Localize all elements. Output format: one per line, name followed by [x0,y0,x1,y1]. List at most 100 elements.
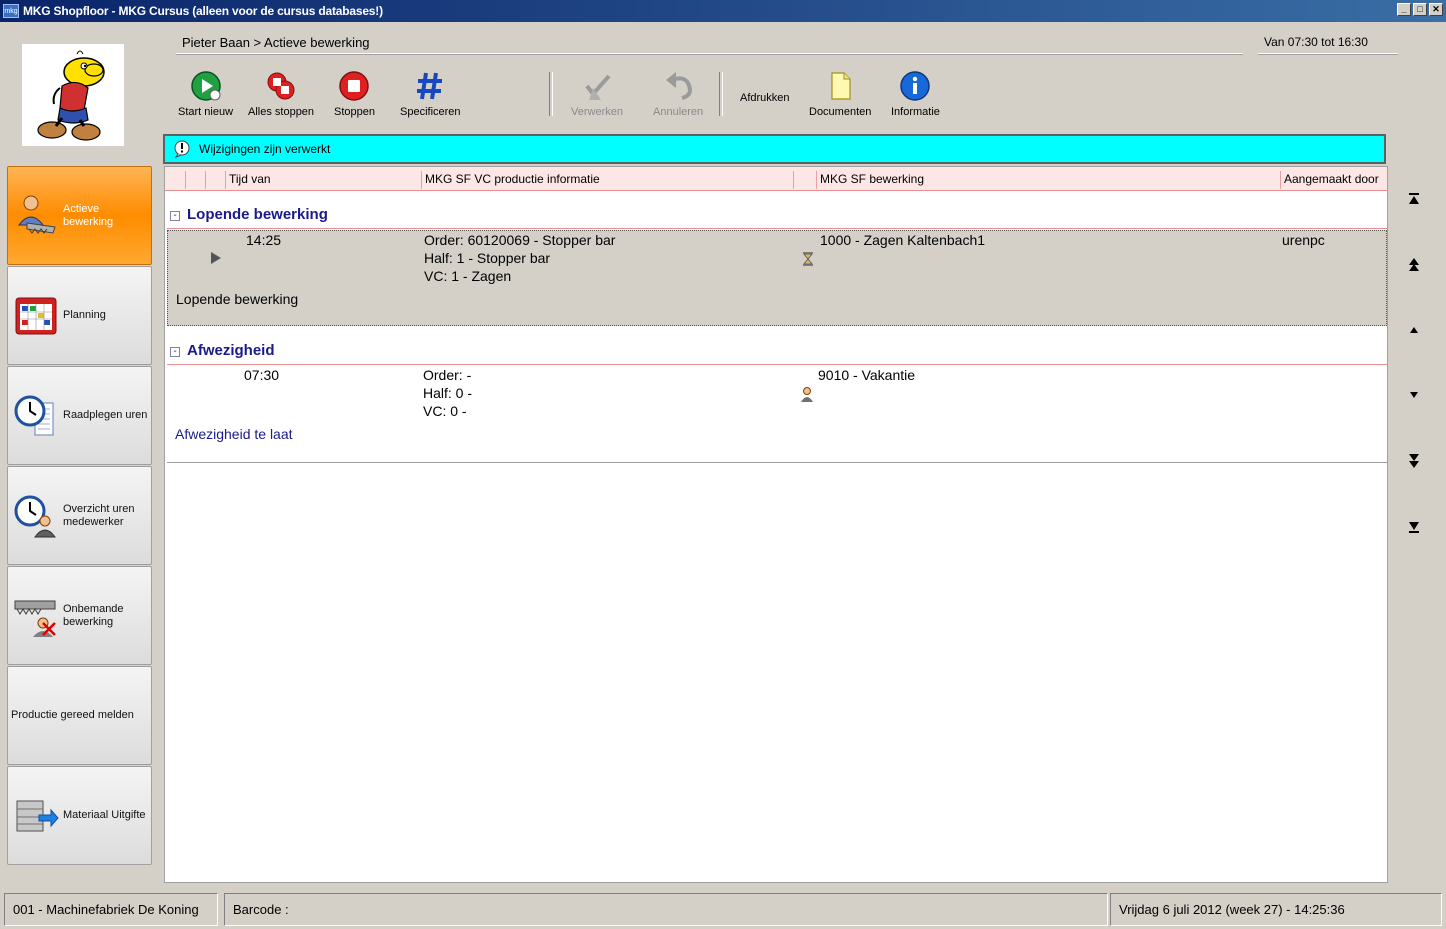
process-icon [581,70,613,102]
nav-planning[interactable]: Planning [7,266,152,365]
notification-bar: Wijzigingen zijn verwerkt [163,134,1386,164]
stop-icon [338,70,370,102]
row-pointer-icon [210,251,222,269]
cell-half: Half: 1 - Stopper bar [424,250,551,266]
scroll-top-button[interactable] [1404,190,1424,208]
hash-icon [414,70,446,102]
title-bar: mkg MKG Shopfloor - MKG Cursus (alleen v… [0,0,1446,22]
cell-operation: 9010 - Vakantie [818,367,916,383]
cancel-button[interactable]: Annuleren [653,70,703,122]
nav-label: Overzicht uren medewerker [63,502,135,528]
column-header-bewerking[interactable]: MKG SF bewerking [816,171,1280,189]
column-header-productie-info[interactable]: MKG SF VC productie informatie [421,171,793,189]
clock-worker-icon [12,492,60,540]
process-button[interactable]: Verwerken [571,70,623,122]
cell-time: 14:25 [246,232,282,248]
toolbar-label: Stoppen [334,106,375,118]
toolbar-separator [549,72,553,116]
toolbar-label: Afdrukken [740,92,790,104]
start-new-button[interactable]: Start nieuw [178,70,233,122]
shift-time: Van 07:30 tot 16:30 [1258,34,1398,54]
toolbar-label: Verwerken [571,106,623,118]
page-down-button[interactable] [1404,452,1424,470]
group-title: Afwezigheid [187,342,275,359]
toolbar-label: Documenten [809,106,872,118]
grid-header: Tijd van MKG SF VC productie informatie … [165,167,1387,191]
column-spacer [205,171,225,189]
status-datetime: Vrijdag 6 juli 2012 (week 27) - 14:25:36 [1110,893,1442,926]
nav-onbemande-bewerking[interactable]: Onbemande bewerking [7,566,152,665]
info-button[interactable]: Informatie [891,70,940,122]
column-spacer [793,171,815,189]
calendar-icon [12,292,60,340]
toolbar-label: Start nieuw [178,106,234,118]
group-collapse-toggle[interactable]: - [170,347,180,357]
cell-created-by: urenpc [1282,232,1325,248]
row-divider [167,462,1387,463]
stop-button[interactable]: Stoppen [334,70,375,122]
close-button[interactable]: ✕ [1429,3,1443,16]
group-divider [167,364,1387,365]
nav-actieve-bewerking[interactable]: Actieve bewerking [7,166,152,265]
window-title: MKG Shopfloor - MKG Cursus (alleen voor … [23,4,383,18]
toolbar-label: Alles stoppen [248,106,315,118]
down-icon [1410,392,1418,398]
mascot-icon [37,50,105,141]
column-header-tijd-van[interactable]: Tijd van [225,171,421,189]
cell-operation: 1000 - Zagen Kaltenbach1 [820,232,986,248]
nav-label: Materiaal Uitgifte [63,809,146,821]
company-logo [22,44,124,146]
page-up-button[interactable] [1404,256,1424,274]
app-icon: mkg [3,4,19,18]
cell-vc: VC: 1 - Zagen [424,268,512,284]
group-collapse-toggle[interactable]: - [170,211,180,221]
toolbar-label: Specificeren [400,106,461,118]
nav-overzicht-uren[interactable]: Overzicht uren medewerker [7,466,152,565]
double-up-icon [1409,258,1419,271]
column-header-aangemaakt-door[interactable]: Aangemaakt door [1280,171,1386,189]
status-company: 001 - Machinefabriek De Koning [4,893,218,926]
row-footer-text: Lopende bewerking [176,291,299,307]
table-row[interactable]: 14:25 Order: 60120069 - Stopper bar Half… [167,230,1387,326]
specify-button[interactable]: Specificeren [400,70,461,122]
nav-label: Planning [63,309,106,321]
toolbar-separator [719,72,723,116]
nav-label: Productie gereed melden [11,709,134,721]
hourglass-icon [800,251,816,271]
table-row[interactable]: 07:30 Order: - Half: 0 - VC: 0 - 9010 - … [167,366,1387,462]
exclamation-icon [173,140,191,159]
stop-all-icon [265,70,297,102]
nav-raadplegen-uren[interactable]: Raadplegen uren [7,366,152,465]
group-divider [167,228,1387,229]
activity-grid: Tijd van MKG SF VC productie informatie … [164,166,1388,883]
scroll-bottom-button[interactable] [1404,518,1424,536]
nav-materiaal-uitgifte[interactable]: Materiaal Uitgifte [7,766,152,865]
maximize-button[interactable]: □ [1413,3,1427,16]
double-down-icon [1409,454,1419,468]
stop-all-button[interactable]: Alles stoppen [248,70,314,122]
row-footer-link[interactable]: Afwezigheid te laat [175,425,293,443]
nav-label: Raadplegen uren [63,409,148,421]
scroll-down-button[interactable] [1404,386,1424,404]
cell-half: Half: 0 - [423,385,473,401]
column-spacer [185,171,205,189]
cell-vc: VC: 0 - [423,403,467,419]
clock-list-icon [12,392,60,440]
breadcrumb: Pieter Baan > Actieve bewerking [176,34,1243,54]
minimize-button[interactable]: _ [1397,3,1411,16]
scroll-up-button[interactable] [1404,321,1424,339]
unmanned-icon [12,592,60,640]
worker-saw-icon [12,192,60,240]
play-icon [190,70,222,102]
cell-order: Order: - [423,367,472,383]
window-controls: _ □ ✕ [1397,3,1443,16]
toolbar-label: Informatie [891,106,940,118]
nav-productie-gereed-melden[interactable]: Productie gereed melden [7,666,152,765]
cell-order: Order: 60120069 - Stopper bar [424,232,616,248]
up-icon [1410,327,1418,333]
barcode-field[interactable]: Barcode : [224,893,1108,926]
person-icon [799,386,815,406]
documents-button[interactable]: Documenten [809,70,871,122]
scroll-top-icon [1409,193,1419,204]
nav-label: Onbemande bewerking [63,602,124,628]
